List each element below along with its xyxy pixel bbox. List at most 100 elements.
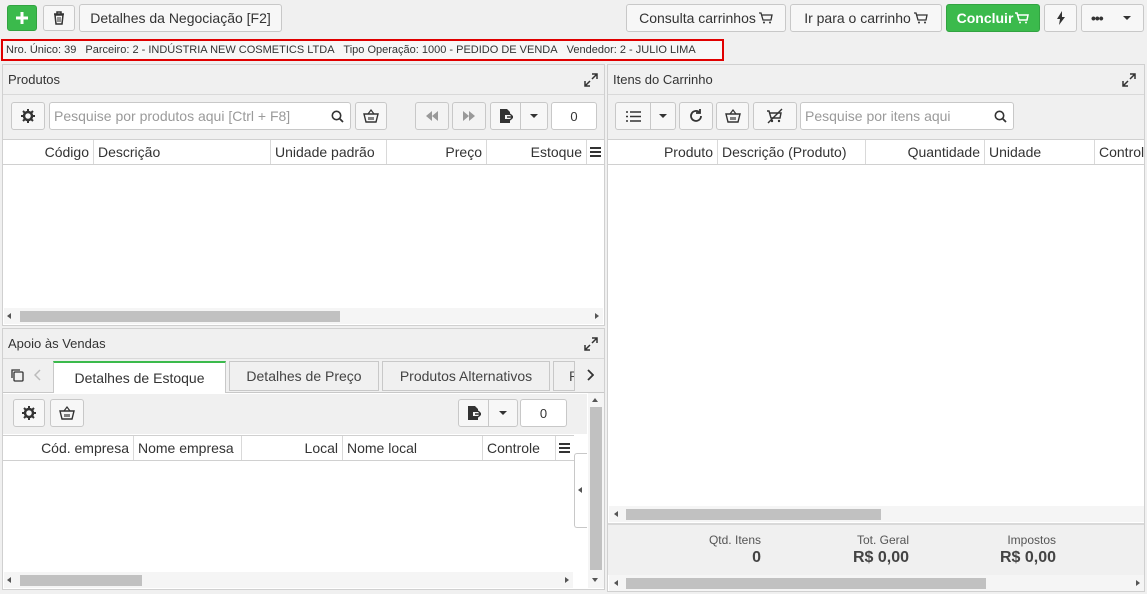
scroll-thumb[interactable] (590, 407, 602, 570)
add-button[interactable] (7, 5, 37, 31)
scroll-thumb[interactable] (20, 575, 142, 586)
negotiation-details-button[interactable]: Detalhes da Negociação [F2] (79, 4, 282, 32)
col-cod-empresa[interactable]: Cód. empresa (3, 436, 134, 460)
cart-search-input[interactable] (801, 103, 1013, 129)
cart-totals-scrollbar[interactable] (609, 575, 1144, 591)
copy-icon[interactable] (10, 368, 24, 382)
list-view-button[interactable] (615, 102, 651, 130)
export-icon (499, 109, 513, 123)
chevron-down-icon (530, 114, 538, 118)
cart-totals: Qtd. Itens 0 Tot. Geral R$ 0,00 Impostos… (608, 523, 1144, 575)
tab-label: Detalhes de Estoque (74, 370, 205, 386)
column-menu-icon[interactable] (559, 443, 570, 453)
first-page-button[interactable] (415, 102, 449, 130)
side-collapse-handle[interactable] (574, 453, 587, 528)
scroll-thumb[interactable] (626, 578, 986, 589)
products-horizontal-scrollbar[interactable] (4, 308, 603, 324)
products-panel-title: Produtos (8, 72, 61, 87)
scroll-up-icon[interactable] (592, 398, 598, 402)
cart-query-button[interactable]: Consulta carrinhos (626, 4, 786, 32)
stock-add-to-cart-button[interactable] (50, 399, 84, 427)
rewind-icon (426, 111, 438, 121)
col-preco[interactable]: Preço (387, 140, 487, 164)
products-grid-header: Código Descrição Unidade padrão Preço Es… (3, 139, 604, 165)
col-unidade-padrao[interactable]: Unidade padrão (271, 140, 387, 164)
basket-add-icon (363, 109, 379, 123)
products-settings-button[interactable] (11, 102, 45, 130)
scroll-right-icon[interactable] (595, 313, 599, 319)
scroll-down-icon[interactable] (592, 578, 598, 582)
next-page-button[interactable] (452, 102, 486, 130)
cart-icon (758, 12, 773, 24)
more-options-button[interactable]: ••• (1081, 4, 1144, 32)
stock-vertical-scrollbar[interactable] (588, 393, 604, 588)
col-unidade[interactable]: Unidade (985, 140, 1095, 164)
tab-price-details[interactable]: Detalhes de Preço (229, 361, 379, 391)
add-to-cart-button[interactable] (355, 102, 387, 130)
stock-count: 0 (520, 399, 567, 427)
expand-icon[interactable] (584, 73, 598, 87)
scroll-right-icon[interactable] (1136, 580, 1140, 586)
col-nome-local[interactable]: Nome local (343, 436, 483, 460)
scroll-left-icon[interactable] (7, 313, 11, 319)
chevron-down-icon (1122, 16, 1131, 20)
col-codigo[interactable]: Código (3, 140, 94, 164)
tab-overflow[interactable]: P (553, 361, 575, 391)
stock-export-dropdown-button[interactable] (488, 399, 518, 427)
cart-horizontal-scrollbar[interactable] (609, 506, 1144, 522)
go-to-cart-button[interactable]: Ir para o carrinho (790, 4, 942, 32)
cart-grid-header: Produto Descrição (Produto) Quantidade U… (608, 139, 1144, 165)
chevron-left-icon[interactable] (34, 369, 42, 381)
col-descricao-produto[interactable]: Descrição (Produto) (718, 140, 866, 164)
stock-settings-button[interactable] (13, 399, 45, 427)
finish-button[interactable]: Concluir (946, 4, 1040, 32)
sales-support-panel: Apoio às Vendas Detalhes de Estoque Deta… (2, 328, 605, 590)
scroll-thumb[interactable] (626, 509, 881, 520)
gear-icon (22, 406, 36, 420)
negotiation-details-label: Detalhes da Negociação [F2] (90, 10, 271, 26)
plus-icon (16, 12, 28, 24)
delete-button[interactable] (43, 5, 75, 31)
tab-alternative-products[interactable]: Produtos Alternativos (382, 361, 550, 391)
export-button[interactable] (490, 102, 521, 130)
column-menu-icon[interactable] (590, 147, 601, 157)
finish-label: Concluir (956, 10, 1014, 26)
scroll-left-icon[interactable] (614, 580, 618, 586)
expand-icon[interactable] (584, 337, 598, 351)
col-nome-empresa[interactable]: Nome empresa (134, 436, 242, 460)
col-quantidade[interactable]: Quantidade (866, 140, 985, 164)
cart-remove-icon (767, 108, 783, 124)
scroll-left-icon[interactable] (7, 577, 11, 583)
chevron-right-icon[interactable] (586, 369, 594, 381)
search-icon[interactable] (331, 110, 344, 123)
refresh-button[interactable] (679, 102, 713, 130)
cart-add-button[interactable] (716, 102, 749, 130)
col-descricao[interactable]: Descrição (94, 140, 271, 164)
clear-cart-button[interactable] (753, 102, 797, 130)
products-search-input[interactable] (50, 103, 350, 129)
trash-icon (54, 11, 64, 25)
col-controle[interactable]: Controle (483, 436, 556, 460)
col-produto[interactable]: Produto (608, 140, 718, 164)
fast-forward-icon (463, 111, 475, 121)
list-view-dropdown-button[interactable] (650, 102, 676, 130)
scroll-thumb[interactable] (20, 311, 340, 322)
scroll-right-icon[interactable] (565, 577, 569, 583)
cart-query-label: Consulta carrinhos (639, 10, 756, 26)
stock-toolbar: 0 (3, 394, 587, 434)
scroll-left-icon[interactable] (614, 511, 618, 517)
tab-stock-details[interactable]: Detalhes de Estoque (53, 361, 226, 393)
refresh-icon (690, 109, 702, 122)
col-estoque[interactable]: Estoque (487, 140, 587, 164)
export-dropdown-button[interactable] (520, 102, 548, 130)
col-local[interactable]: Local (242, 436, 343, 460)
search-icon[interactable] (994, 110, 1007, 123)
stock-export-button[interactable] (458, 399, 489, 427)
stock-horizontal-scrollbar[interactable] (4, 572, 573, 588)
quick-actions-button[interactable] (1044, 4, 1077, 32)
products-toolbar: 0 (3, 95, 604, 139)
expand-icon[interactable] (1122, 73, 1136, 87)
col-controle[interactable]: Control (1095, 140, 1147, 164)
tab-label: P (569, 368, 574, 384)
cart-panel-title: Itens do Carrinho (613, 72, 713, 87)
